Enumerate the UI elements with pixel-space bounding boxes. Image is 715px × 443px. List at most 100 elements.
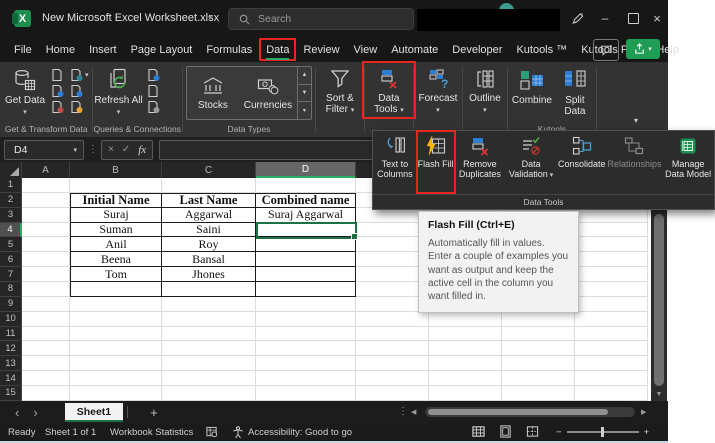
sort-filter-button[interactable]: Sort & Filter ▾ (317, 65, 363, 115)
document-title[interactable]: New Microsoft Excel Worksheet.xlsx (42, 12, 219, 24)
title-chevron-down-icon[interactable]: ▾ (208, 13, 212, 22)
cell-H7[interactable] (575, 267, 648, 282)
comments-button[interactable] (593, 39, 619, 61)
cell-B10[interactable] (70, 312, 162, 327)
accessibility-status[interactable]: Accessibility: Good to go (248, 423, 352, 441)
insert-function-icon[interactable]: fx (138, 144, 146, 156)
cell-B15[interactable] (70, 386, 162, 401)
zoom-slider-handle[interactable] (601, 427, 604, 437)
cell-C10[interactable] (162, 312, 256, 327)
scroll-right-icon[interactable]: ▶ (641, 408, 646, 416)
properties-icon[interactable] (146, 84, 161, 98)
data-tools-button[interactable]: Data Tools ▾ (366, 65, 412, 115)
row-header-2[interactable]: 2 (0, 193, 22, 208)
cell-C14[interactable] (162, 371, 256, 386)
gallery-up-button[interactable]: ▲ (298, 67, 311, 85)
name-box[interactable]: D4 ▾ (4, 140, 84, 160)
cell-C9[interactable] (162, 297, 256, 312)
cell-C5[interactable]: Roy (162, 237, 256, 252)
row-header-4[interactable]: 4 (0, 223, 22, 238)
selected-cell-outline[interactable] (256, 222, 357, 239)
cell-B7[interactable]: Tom (70, 267, 162, 282)
ribbon-tab-kutools[interactable]: Kutools ™ (510, 39, 573, 60)
from-table-icon[interactable] (50, 100, 65, 114)
existing-connections-icon[interactable] (69, 100, 89, 114)
cell-A10[interactable] (22, 312, 70, 327)
minimize-button[interactable]: – (592, 0, 618, 36)
share-button[interactable]: ▾ (626, 39, 660, 59)
row-header-13[interactable]: 13 (0, 356, 22, 371)
maximize-button[interactable] (620, 0, 646, 36)
display-settings-icon[interactable] (206, 423, 218, 441)
cell-H12[interactable] (575, 341, 648, 356)
workbook-statistics-button[interactable]: Workbook Statistics (110, 423, 193, 441)
row-header-3[interactable]: 3 (0, 208, 22, 223)
cell-D8[interactable] (256, 282, 356, 297)
cell-F12[interactable] (429, 341, 502, 356)
row-header-11[interactable]: 11 (0, 327, 22, 342)
cell-A4[interactable] (22, 223, 70, 238)
cell-D10[interactable] (256, 312, 356, 327)
cell-H11[interactable] (575, 327, 648, 342)
cell-B9[interactable] (70, 297, 162, 312)
ink-pen-icon[interactable] (564, 0, 590, 36)
cell-E12[interactable] (356, 341, 429, 356)
recent-sources-icon[interactable] (69, 84, 89, 98)
cell-H14[interactable] (575, 371, 648, 386)
cell-C2[interactable]: Last Name (162, 193, 256, 208)
currencies-button[interactable]: Currencies (239, 67, 297, 119)
cell-B6[interactable]: Beena (70, 252, 162, 267)
cell-E15[interactable] (356, 386, 429, 401)
ribbon-tab-developer[interactable]: Developer (446, 39, 508, 60)
menu-item-flash-fill[interactable]: Flash Fill (417, 131, 455, 193)
ribbon-tab-home[interactable]: Home (40, 39, 81, 60)
cell-E13[interactable] (356, 356, 429, 371)
cell-D7[interactable] (256, 267, 356, 282)
cell-G14[interactable] (502, 371, 575, 386)
row-header-6[interactable]: 6 (0, 252, 22, 267)
cell-A2[interactable] (22, 193, 70, 208)
zoom-out-icon[interactable]: − (556, 427, 562, 438)
queries-connections-icon[interactable] (146, 68, 161, 82)
cell-H5[interactable] (575, 237, 648, 252)
cell-B4[interactable]: Suman (70, 223, 162, 238)
column-header-A[interactable]: A (22, 162, 70, 178)
ribbon-tab-view[interactable]: View (348, 39, 384, 60)
cell-A8[interactable] (22, 282, 70, 297)
ribbon-collapse-chevron-icon[interactable]: ▾ (634, 116, 638, 125)
cell-E14[interactable] (356, 371, 429, 386)
cell-H8[interactable] (575, 282, 648, 297)
cell-E11[interactable] (356, 327, 429, 342)
cell-D9[interactable] (256, 297, 356, 312)
ribbon-tab-review[interactable]: Review (297, 39, 345, 60)
cell-B11[interactable] (70, 327, 162, 342)
from-web-icon[interactable] (50, 84, 65, 98)
ribbon-tab-insert[interactable]: Insert (83, 39, 123, 60)
row-header-9[interactable]: 9 (0, 297, 22, 312)
cell-A12[interactable] (22, 341, 70, 356)
cell-D11[interactable] (256, 327, 356, 342)
cell-D2[interactable]: Combined name (256, 193, 356, 208)
refresh-all-button[interactable]: Refresh All ▾ (94, 65, 144, 117)
cell-C3[interactable]: Aggarwal (162, 208, 256, 223)
cell-G11[interactable] (502, 327, 575, 342)
cell-G12[interactable] (502, 341, 575, 356)
cell-F14[interactable] (429, 371, 502, 386)
cell-A5[interactable] (22, 237, 70, 252)
vertical-scrollbar-thumb[interactable] (654, 214, 664, 386)
hscroll-grip-icon[interactable]: ⋮ (398, 406, 408, 417)
cell-D5[interactable] (256, 237, 356, 252)
column-header-C[interactable]: C (162, 162, 256, 178)
page-layout-view-icon[interactable] (499, 425, 512, 438)
formula-bar-grip-icon[interactable]: ⋮ (88, 144, 97, 155)
prev-sheet-icon[interactable]: ‹ (15, 406, 19, 419)
ribbon-tab-page-layout[interactable]: Page Layout (125, 39, 199, 60)
cell-D14[interactable] (256, 371, 356, 386)
zoom-slider[interactable] (567, 431, 639, 433)
cell-A3[interactable] (22, 208, 70, 223)
split-data-button[interactable]: Split Data (555, 65, 595, 117)
row-header-14[interactable]: 14 (0, 371, 22, 386)
close-button[interactable]: × (644, 0, 670, 36)
menu-item-text-to-columns[interactable]: Text to Columns (373, 131, 417, 193)
cell-D1[interactable] (256, 178, 356, 193)
